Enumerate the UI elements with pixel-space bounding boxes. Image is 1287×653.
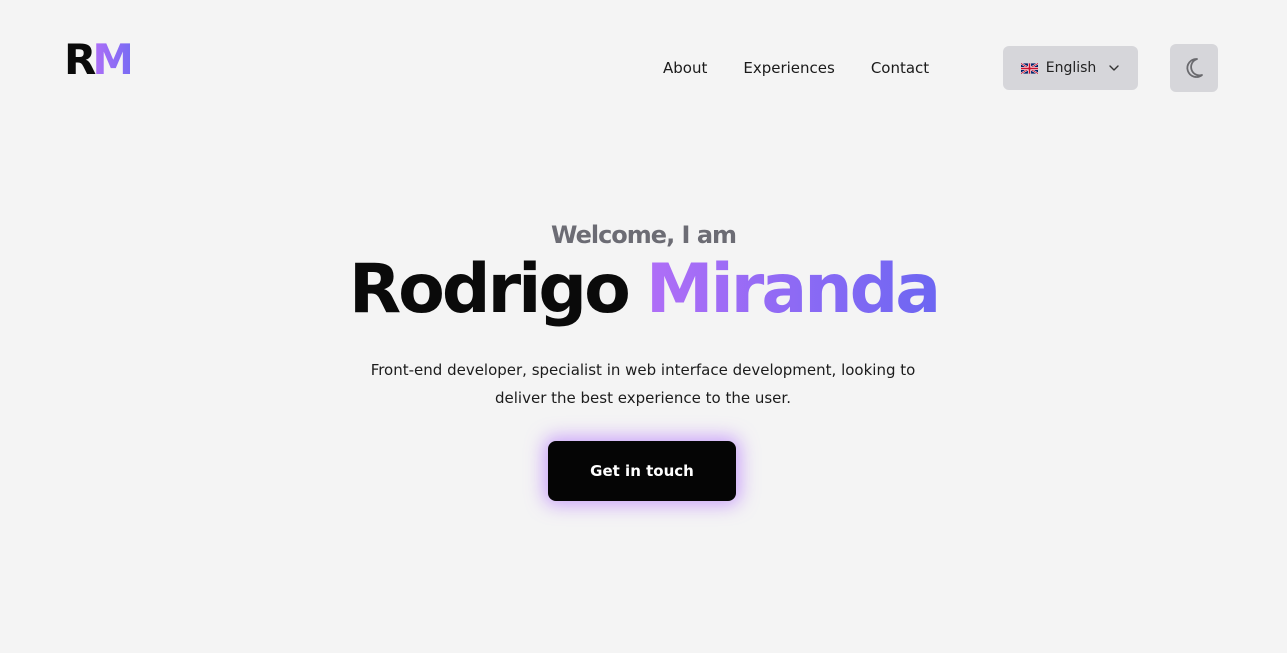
main-nav: About Experiences Contact [663,58,929,78]
get-in-touch-button[interactable]: Get in touch [548,441,736,501]
logo-letter-r: R [64,35,96,84]
last-name: Miranda [645,250,941,329]
page: RM About Experiences Contact English Wel… [0,0,1287,653]
logo-letter-m: M [92,35,134,84]
first-name: Rodrigo [348,250,631,329]
language-label: English [1045,60,1097,76]
nav-link-experiences[interactable]: Experiences [743,58,834,78]
moon-icon [1186,58,1203,78]
logo[interactable]: RM [64,35,134,84]
uk-flag-icon [1020,62,1038,74]
hero-name: Rodrigo Miranda [0,248,1287,332]
welcome-text: Welcome, I am [550,221,737,249]
theme-toggle-button[interactable] [1170,44,1218,92]
language-select[interactable]: English [1003,46,1138,90]
nav-link-contact[interactable]: Contact [871,58,929,78]
chevron-down-icon [1109,65,1119,71]
hero-description: Front-end developer, specialist in web i… [370,361,916,407]
nav-link-about[interactable]: About [663,58,707,78]
